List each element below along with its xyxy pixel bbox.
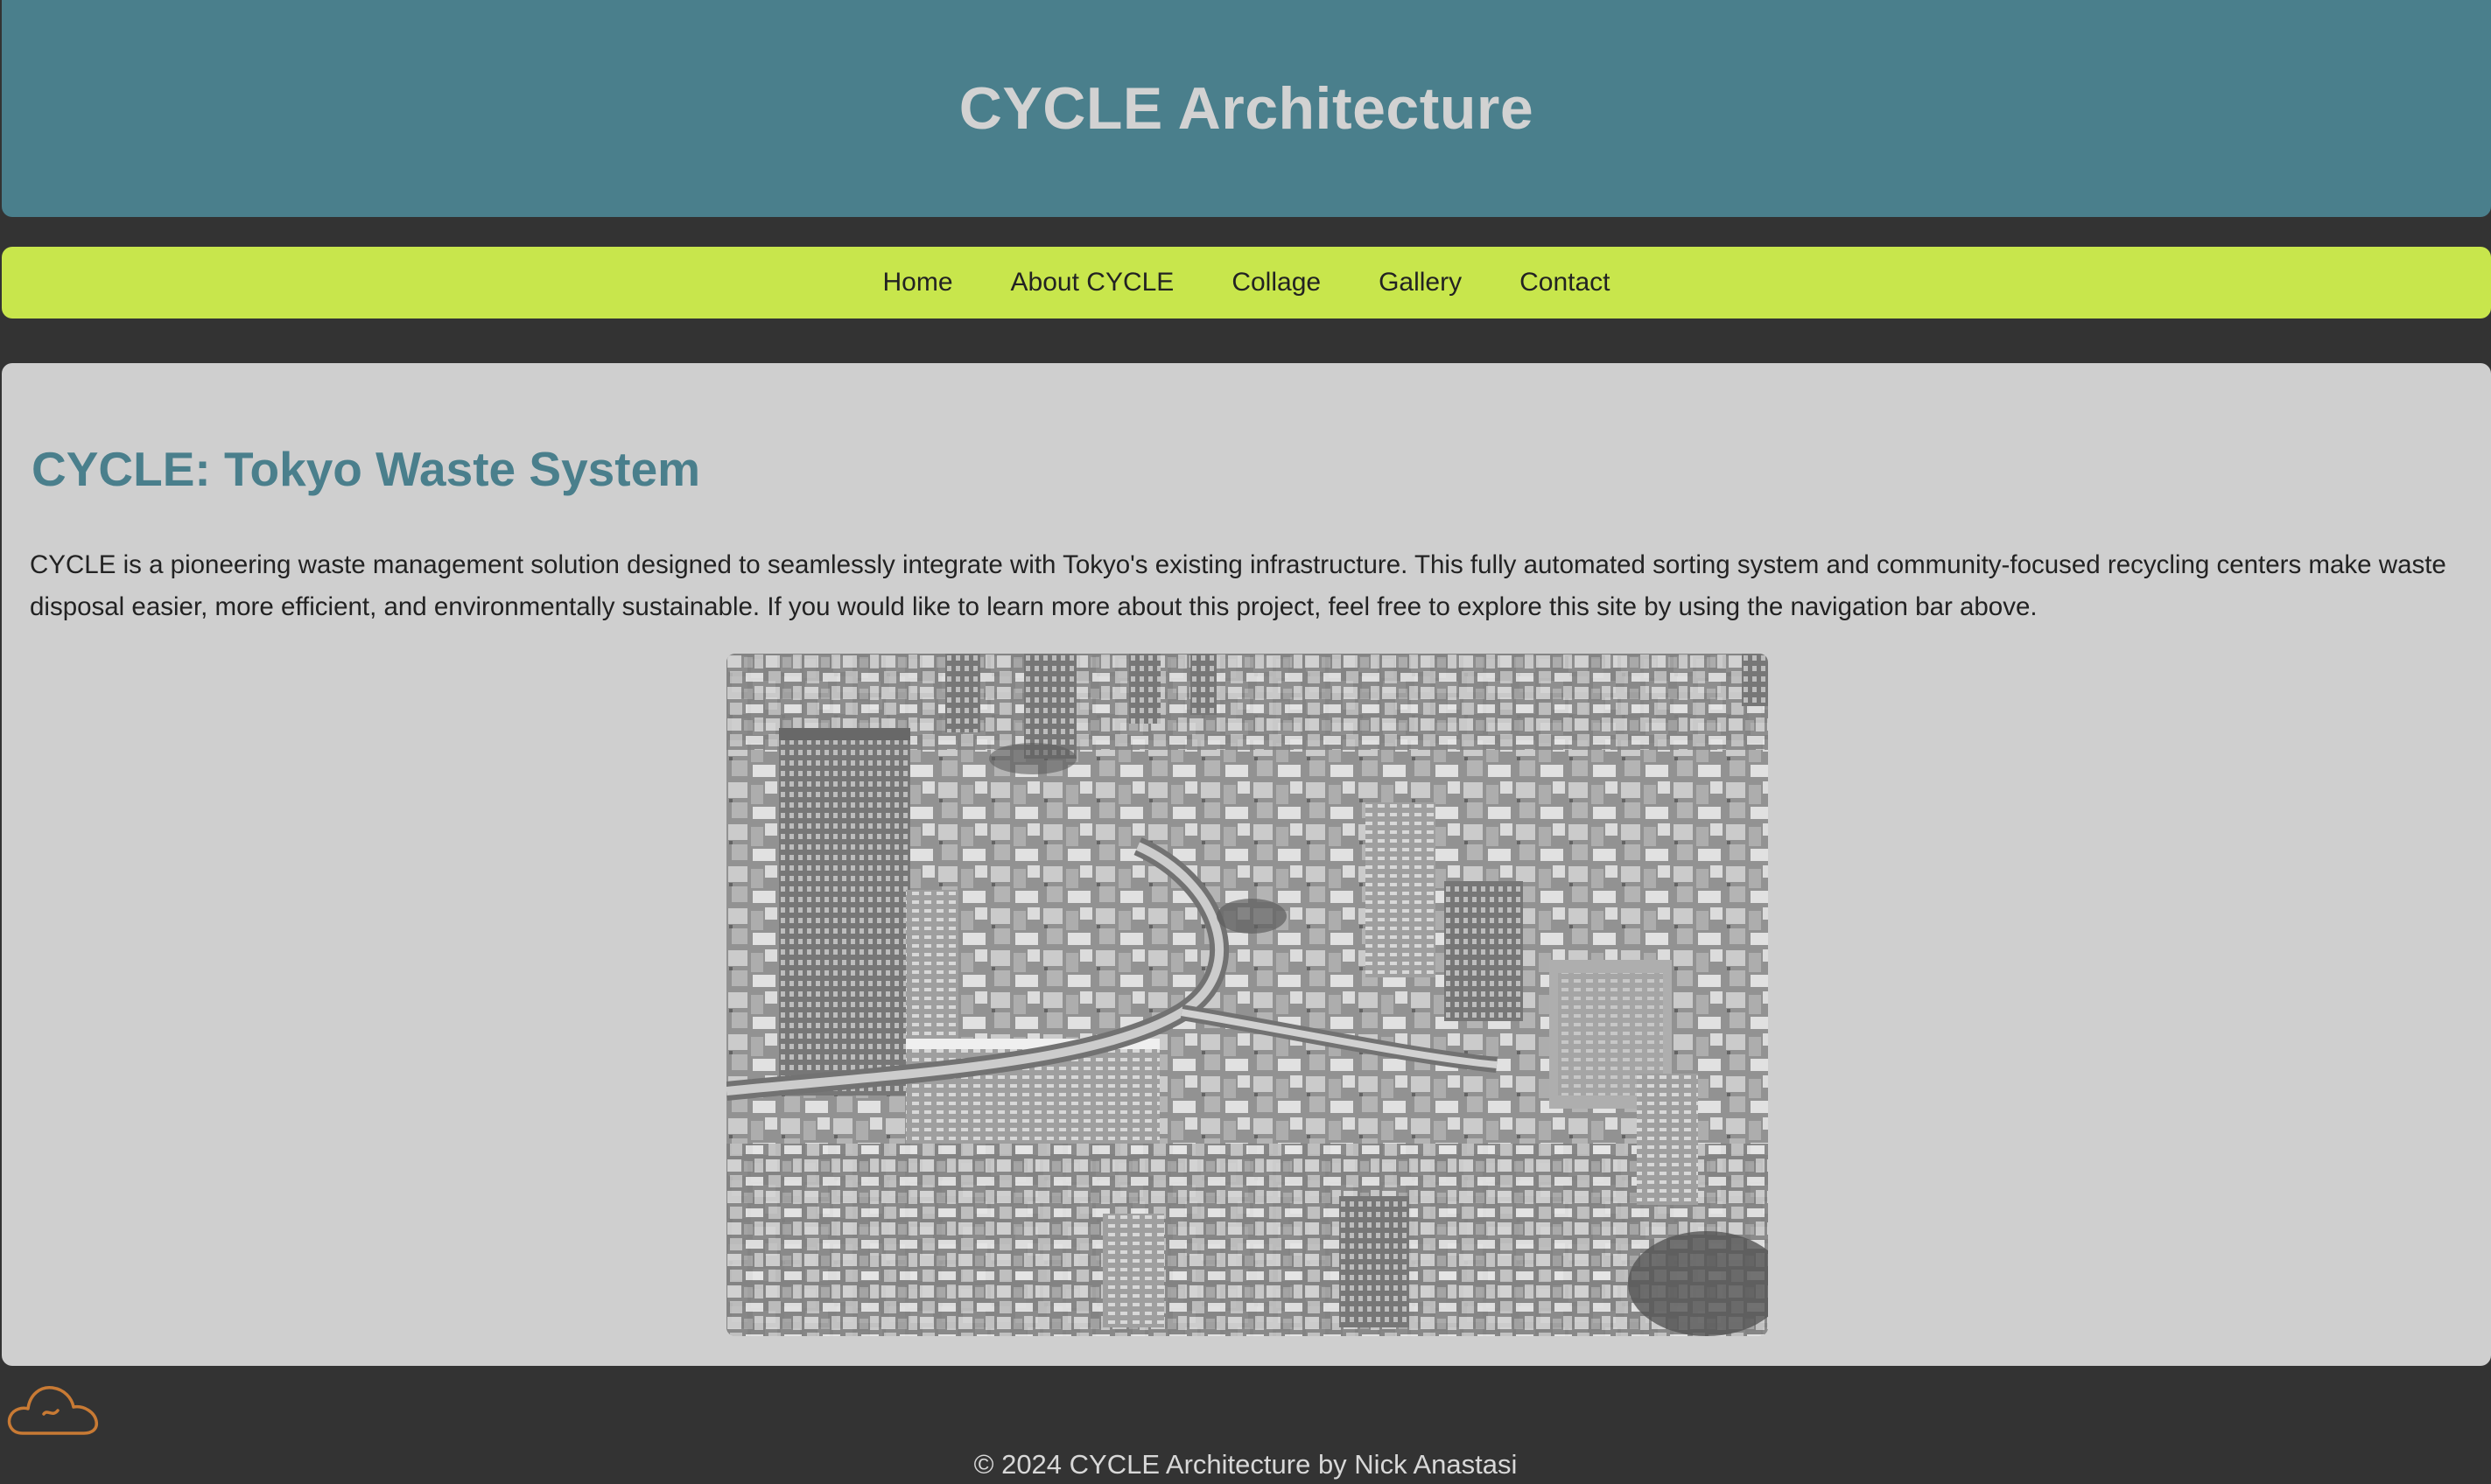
nav-item-collage[interactable]: Collage: [1231, 268, 1321, 298]
nav-item-home[interactable]: Home: [883, 268, 953, 298]
nav-item-about[interactable]: About CYCLE: [1011, 268, 1175, 298]
site-title: CYCLE Architecture: [958, 75, 1534, 142]
cloud-icon[interactable]: [4, 1372, 102, 1437]
nav-item-contact[interactable]: Contact: [1519, 268, 1610, 298]
footer-text: © 2024 CYCLE Architecture by Nick Anasta…: [973, 1449, 1518, 1480]
intro-paragraph: CYCLE is a pioneering waste management s…: [30, 550, 2446, 621]
page-heading: CYCLE: Tokyo Waste System: [32, 442, 701, 496]
city-skyline-photo: [726, 654, 1768, 1336]
site-footer: © 2024 CYCLE Architecture by Nick Anasta…: [0, 1449, 2491, 1480]
nav-item-gallery[interactable]: Gallery: [1379, 268, 1462, 298]
main-nav: Home About CYCLE Collage Gallery Contact: [2, 247, 2491, 318]
site-header: CYCLE Architecture: [2, 0, 2491, 217]
